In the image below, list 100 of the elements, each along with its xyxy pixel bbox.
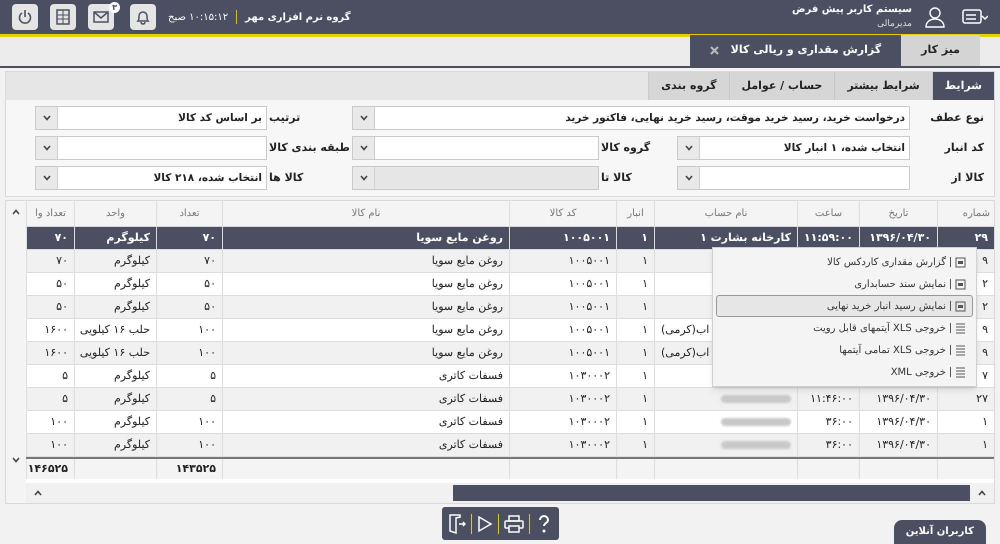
table-cell-text: ۱ bbox=[642, 252, 648, 269]
table-cell-text: ۱ bbox=[642, 276, 648, 292]
table-cell-text: روغن مایع سویا bbox=[432, 276, 503, 292]
table-cell-text: ۵ bbox=[210, 390, 216, 407]
table-cell-text: فسفات کاتری bbox=[438, 436, 503, 453]
table-cell-text: ۲ bbox=[982, 276, 988, 292]
menu-item[interactable]: نمایش رسید انبار خرید نهایی bbox=[716, 295, 973, 317]
table-cell-text: ۱ bbox=[642, 368, 648, 384]
calculator-icon bbox=[56, 9, 70, 25]
table-cell-text: کیلوگرم bbox=[114, 436, 150, 453]
dropdown-field[interactable]: انتخاب شده، ۱ انبار کالا bbox=[677, 136, 910, 160]
table-cell-text: روغن مایع سویا bbox=[432, 298, 503, 315]
table-cell-text: ۱۳۹۶/۰۴/۳۰ bbox=[876, 390, 931, 407]
table-cell-text: کیلوگرم bbox=[114, 252, 150, 269]
table-cell-text: ۹ bbox=[982, 252, 988, 269]
table-row[interactable]: ۲۷ ۱۳۹۶/۰۴/۳۰ ۱۱:۴۶:۰۰ ۱ ۱۰۳۰۰۰۲ فسفات کاتری ۵ کیلوگرم ۵ bbox=[26, 388, 994, 411]
table-cell-text: کیلوگرم bbox=[114, 276, 150, 292]
chevron-down-icon bbox=[684, 145, 692, 151]
column-header[interactable]: نام حساب bbox=[654, 201, 797, 226]
chevron-down-icon bbox=[360, 175, 368, 181]
notifications-button[interactable] bbox=[130, 4, 156, 30]
filter-tab[interactable]: گروه بندی bbox=[648, 72, 729, 100]
chevron-up-icon bbox=[978, 490, 986, 496]
table-cell-text: کارخانه بشارت ۱ bbox=[700, 230, 791, 246]
table-cell-text: فسفات کاتری bbox=[438, 414, 503, 430]
user-role: مدیرمالی bbox=[876, 18, 912, 31]
scrollbar-thumb[interactable] bbox=[453, 485, 970, 501]
table-cell-text: ۱۰۰ bbox=[50, 414, 68, 430]
table-cell-text: ۵۰ bbox=[56, 276, 68, 292]
column-header[interactable]: واحد bbox=[74, 201, 156, 226]
column-header[interactable]: انبار bbox=[616, 201, 654, 226]
document-icon bbox=[955, 278, 966, 290]
dropdown-field[interactable]: درخواست خرید، رسید خرید موقت، رسید خرید نهایی، فاکتور خرید bbox=[352, 106, 910, 130]
table-cell-text: روغن مایع سویا bbox=[432, 252, 503, 269]
menu-item[interactable]: خروجی XLS تمامی آیتمها bbox=[716, 339, 973, 361]
column-header[interactable]: تعداد bbox=[156, 201, 222, 226]
bell-icon bbox=[135, 9, 151, 25]
close-icon[interactable] bbox=[710, 46, 719, 55]
exit-icon[interactable] bbox=[448, 514, 466, 534]
dropdown-field[interactable] bbox=[352, 136, 599, 160]
chevron-up-icon bbox=[12, 209, 20, 215]
table-cell-text: کیلوگرم bbox=[106, 230, 150, 246]
dropdown-field[interactable]: بر اساس کد کالا bbox=[35, 106, 267, 130]
menu-icon[interactable] bbox=[962, 8, 988, 26]
chevron-down-icon bbox=[360, 145, 368, 151]
menu-item[interactable]: خروجی XLS آیتمهای قابل رویت bbox=[716, 317, 973, 339]
filter-tab[interactable]: شرایط bbox=[932, 72, 994, 100]
chevron-down-icon bbox=[42, 145, 50, 151]
filter-tab[interactable]: حساب / عوامل bbox=[728, 72, 834, 100]
table-cell-text: ۷۰ bbox=[204, 252, 216, 269]
table-cell-text: ۲ bbox=[982, 298, 988, 315]
column-header[interactable]: تاریخ bbox=[859, 201, 937, 226]
table-cell-text: ۵ bbox=[62, 390, 68, 407]
chevron-down-icon bbox=[684, 175, 692, 181]
table-cell-text: ۱۱:۵۹:۰۰ bbox=[804, 230, 853, 246]
chevron-down-icon bbox=[42, 115, 50, 121]
column-header[interactable]: شماره bbox=[937, 201, 994, 226]
table-cell-text: اب(کرمی) bbox=[661, 344, 710, 361]
table-cell-text: ۲۹ bbox=[974, 230, 988, 246]
print-icon[interactable] bbox=[504, 514, 524, 532]
chevron-up-icon bbox=[34, 490, 42, 496]
mail-button[interactable] bbox=[88, 4, 114, 30]
filter-tab[interactable]: شرایط بیشتر bbox=[834, 72, 932, 100]
table-row[interactable]: ۱ ۱۳۹۶/۰۴/۳۰ ۳۶:۰۰ ۱ ۱۰۳۰۰۰۲ فسفات کاتری ۱۰۰ کیلوگرم ۱۰۰ bbox=[26, 434, 994, 457]
filter-label: طبقه بندی کالا bbox=[268, 140, 351, 156]
tab[interactable]: میز کار bbox=[901, 35, 980, 66]
clock: ۱۰:۱۵:۱۲ صبح bbox=[168, 10, 228, 24]
power-button[interactable] bbox=[12, 4, 38, 30]
chevron-down-icon bbox=[42, 175, 50, 181]
table-cell-text: ۱ bbox=[642, 414, 648, 430]
menu-item[interactable]: نمایش سند حسابداری bbox=[716, 273, 973, 295]
dropdown-field[interactable] bbox=[677, 166, 910, 190]
column-header[interactable]: کد کالا bbox=[509, 201, 616, 226]
table-cell-text: حلب ۱۶ کیلویی bbox=[80, 322, 150, 338]
table-cell-text: ۱۰۰ bbox=[198, 414, 216, 430]
chevron-down-icon bbox=[360, 115, 368, 121]
column-header[interactable]: نام کالا bbox=[222, 201, 509, 226]
table-cell-text: کیلوگرم bbox=[114, 368, 150, 384]
table-cell-text: ۲۷ bbox=[976, 390, 988, 407]
table-cell-text: ۱ bbox=[982, 414, 988, 430]
table-cell-text: ۱۰۳۰۰۰۲ bbox=[568, 368, 610, 384]
tab[interactable]: گزارش مقداری و ریالی کالا bbox=[690, 35, 902, 66]
total-cell-text: ۱۴۳۵۲۵ bbox=[176, 460, 216, 477]
dropdown-field[interactable]: انتخاب شده، ۲۱۸ کالا bbox=[35, 166, 267, 190]
user-icon[interactable] bbox=[924, 6, 946, 28]
table-cell-text: ۱ bbox=[642, 390, 648, 407]
dropdown-field[interactable] bbox=[35, 136, 267, 160]
table-cell-text: ۹ bbox=[982, 322, 988, 338]
online-users-tab[interactable]: کاربران آنلاین bbox=[894, 520, 986, 544]
table-cell-text: ۱۰۰ bbox=[198, 322, 216, 338]
table-row[interactable]: ۱ ۱۳۹۶/۰۴/۳۰ ۳۶:۰۰ ۱ ۱۰۳۰۰۰۲ فسفات کاتری ۱۰۰ کیلوگرم ۱۰۰ bbox=[26, 411, 994, 434]
table-cell-text: ۱۶۰۰ bbox=[44, 344, 68, 361]
play-icon[interactable] bbox=[476, 514, 492, 532]
table-cell-text: فسفات کاتری bbox=[438, 390, 503, 407]
menu-item[interactable]: گزارش مقداری کاردکس کالا bbox=[716, 251, 973, 273]
table-row[interactable]: ۲۹ ۱۳۹۶/۰۴/۳۰ ۱۱:۵۹:۰۰ کارخانه بشارت ۱ ۱ ۱۰۰۵۰۰۱ روغن مایع سویا ۷۰ کیلوگرم ۷۰ bbox=[26, 227, 994, 250]
table-cell-text: ۱۰۰۵۰۰۱ bbox=[568, 276, 610, 292]
calculator-button[interactable] bbox=[50, 4, 76, 30]
table-cell-text: ۵۰ bbox=[204, 298, 216, 315]
column-header[interactable]: ساعت bbox=[797, 201, 859, 226]
